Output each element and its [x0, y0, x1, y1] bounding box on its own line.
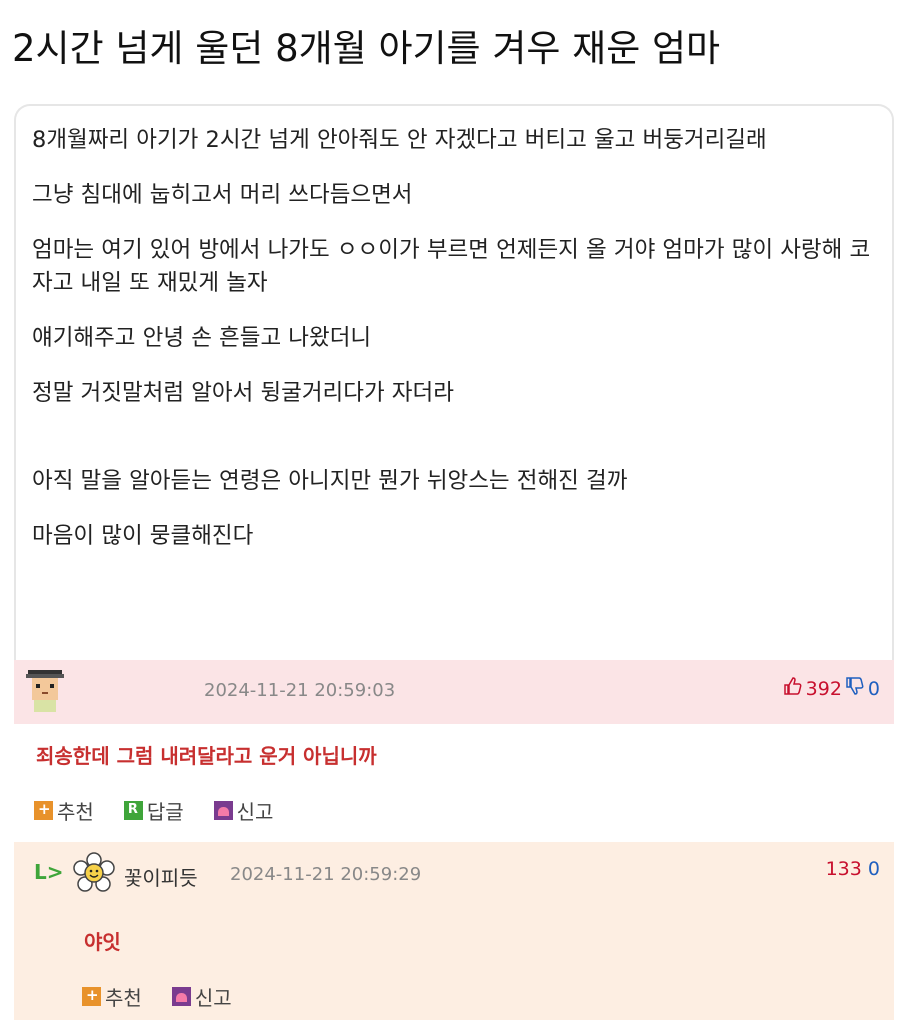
- recommend-button[interactable]: 추천: [82, 982, 142, 1011]
- post-paragraph: 마음이 많이 뭉클해진다: [32, 523, 254, 549]
- report-button[interactable]: 신고: [171, 982, 232, 1011]
- downvote-count: 0: [867, 677, 880, 700]
- pixel-character-avatar[interactable]: [24, 668, 66, 714]
- thumbs-up-icon[interactable]: [783, 676, 803, 701]
- post-paragraph: 정말 거짓말처럼 알아서 뒹굴거리다가 자더라: [32, 380, 454, 406]
- upvote-count: 392: [805, 677, 842, 700]
- post-paragraph: 아직 말을 알아듣는 연령은 아니지만 뭔가 뉘앙스는 전해진 걸까: [32, 468, 628, 494]
- thumbs-down-icon[interactable]: [845, 676, 865, 701]
- reply-label: 답글: [146, 800, 184, 824]
- comment-votes: 392 0: [783, 676, 880, 701]
- recommend-button[interactable]: 추천: [34, 796, 94, 825]
- upvote-count[interactable]: 133: [826, 858, 862, 880]
- report-label: 신고: [194, 986, 232, 1010]
- comment-text: 죄송한데 그럼 내려달라고 운거 아닙니까: [36, 744, 377, 768]
- siren-icon: [171, 987, 191, 1006]
- post-paragraph: 엄마는 여기 있어 방에서 나가도 ㅇㅇ이가 부르면 언제든지 올 거야 엄마가…: [32, 237, 871, 296]
- reply-text: 야잇: [84, 930, 121, 954]
- reply-button[interactable]: 답글: [123, 796, 184, 825]
- comment-timestamp: 2024-11-21 20:59:03: [204, 680, 396, 701]
- reply-timestamp: 2024-11-21 20:59:29: [230, 864, 422, 885]
- post-paragraph: 얘기해주고 안녕 손 흔들고 나왔더니: [32, 325, 372, 351]
- reply-icon: [123, 801, 143, 820]
- report-button[interactable]: 신고: [213, 796, 274, 825]
- reply-actions: 추천 신고: [82, 982, 262, 1011]
- comment-header: [14, 660, 894, 724]
- comment-actions: 추천 답글 신고: [34, 796, 303, 825]
- reply-arrow-icon: L>: [34, 860, 64, 884]
- reply-votes: 133 0: [826, 858, 880, 880]
- plus-icon: [34, 800, 53, 820]
- post-paragraph: 8개월짜리 아기가 2시간 넘게 안아줘도 안 자겠다고 버티고 울고 버둥거리…: [32, 127, 767, 153]
- post-body: 8개월짜리 아기가 2시간 넘게 안아줘도 안 자겠다고 버티고 울고 버둥거리…: [32, 124, 892, 575]
- recommend-label: 추천: [105, 986, 142, 1010]
- recommend-label: 추천: [57, 800, 94, 824]
- report-label: 신고: [236, 800, 274, 824]
- siren-icon: [213, 801, 233, 820]
- post-paragraph: 그냥 침대에 눕히고서 머리 쓰다듬으면서: [32, 182, 413, 208]
- reply-nickname[interactable]: 꽃이피듯: [124, 862, 198, 891]
- flower-avatar[interactable]: [72, 852, 116, 896]
- plus-icon: [82, 986, 101, 1006]
- page-title: 2시간 넘게 울던 8개월 아기를 겨우 재운 엄마: [12, 27, 721, 70]
- downvote-count[interactable]: 0: [868, 858, 880, 880]
